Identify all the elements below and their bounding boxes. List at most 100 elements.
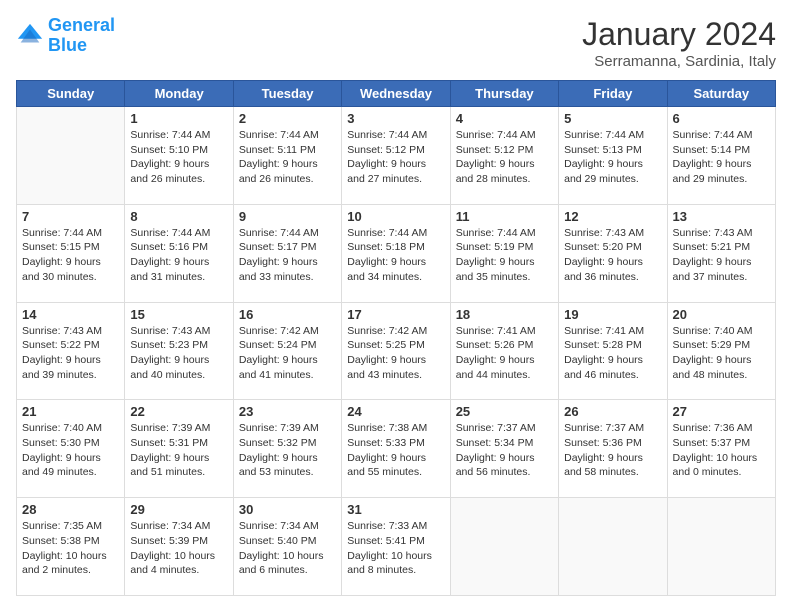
daylight-hours: and 29 minutes. [673, 172, 770, 187]
day-number: 7 [22, 209, 119, 224]
daylight-label: Daylight: 9 hours [456, 255, 553, 270]
sunrise-line: Sunrise: 7:42 AM [239, 324, 336, 339]
day-number: 8 [130, 209, 227, 224]
calendar-cell: 29Sunrise: 7:34 AMSunset: 5:39 PMDayligh… [125, 498, 233, 596]
sunset-line: Sunset: 5:25 PM [347, 338, 444, 353]
calendar-week-0: 1Sunrise: 7:44 AMSunset: 5:10 PMDaylight… [17, 107, 776, 205]
daylight-label: Daylight: 9 hours [239, 255, 336, 270]
sunrise-line: Sunrise: 7:43 AM [130, 324, 227, 339]
day-number: 25 [456, 404, 553, 419]
calendar-cell: 19Sunrise: 7:41 AMSunset: 5:28 PMDayligh… [559, 302, 667, 400]
sunset-line: Sunset: 5:36 PM [564, 436, 661, 451]
day-header-sunday: Sunday [17, 81, 125, 107]
calendar-cell: 25Sunrise: 7:37 AMSunset: 5:34 PMDayligh… [450, 400, 558, 498]
daylight-hours: and 56 minutes. [456, 465, 553, 480]
daylight-label: Daylight: 9 hours [347, 353, 444, 368]
day-header-wednesday: Wednesday [342, 81, 450, 107]
sunrise-line: Sunrise: 7:44 AM [347, 226, 444, 241]
sunrise-line: Sunrise: 7:44 AM [239, 128, 336, 143]
calendar-header-row: SundayMondayTuesdayWednesdayThursdayFrid… [17, 81, 776, 107]
page: General Blue January 2024 Serramanna, Sa… [0, 0, 792, 612]
daylight-label: Daylight: 9 hours [130, 255, 227, 270]
sunset-line: Sunset: 5:39 PM [130, 534, 227, 549]
daylight-label: Daylight: 9 hours [239, 451, 336, 466]
daylight-label: Daylight: 9 hours [673, 157, 770, 172]
day-header-monday: Monday [125, 81, 233, 107]
sunrise-line: Sunrise: 7:44 AM [239, 226, 336, 241]
sunrise-line: Sunrise: 7:41 AM [564, 324, 661, 339]
sunrise-line: Sunrise: 7:43 AM [673, 226, 770, 241]
day-number: 11 [456, 209, 553, 224]
sunset-line: Sunset: 5:37 PM [673, 436, 770, 451]
logo-text: General Blue [48, 16, 115, 56]
calendar-cell: 21Sunrise: 7:40 AMSunset: 5:30 PMDayligh… [17, 400, 125, 498]
daylight-hours: and 34 minutes. [347, 270, 444, 285]
sunrise-line: Sunrise: 7:44 AM [130, 226, 227, 241]
calendar-cell: 31Sunrise: 7:33 AMSunset: 5:41 PMDayligh… [342, 498, 450, 596]
sunrise-line: Sunrise: 7:44 AM [456, 226, 553, 241]
daylight-hours: and 27 minutes. [347, 172, 444, 187]
daylight-hours: and 26 minutes. [239, 172, 336, 187]
daylight-label: Daylight: 10 hours [130, 549, 227, 564]
sunset-line: Sunset: 5:23 PM [130, 338, 227, 353]
daylight-label: Daylight: 10 hours [347, 549, 444, 564]
daylight-hours: and 40 minutes. [130, 368, 227, 383]
sunset-line: Sunset: 5:18 PM [347, 240, 444, 255]
sunrise-line: Sunrise: 7:34 AM [239, 519, 336, 534]
daylight-label: Daylight: 9 hours [456, 353, 553, 368]
calendar-cell: 27Sunrise: 7:36 AMSunset: 5:37 PMDayligh… [667, 400, 775, 498]
calendar-cell: 10Sunrise: 7:44 AMSunset: 5:18 PMDayligh… [342, 204, 450, 302]
daylight-hours: and 48 minutes. [673, 368, 770, 383]
sunrise-line: Sunrise: 7:39 AM [130, 421, 227, 436]
daylight-label: Daylight: 9 hours [456, 157, 553, 172]
calendar-cell [667, 498, 775, 596]
sunset-line: Sunset: 5:33 PM [347, 436, 444, 451]
daylight-label: Daylight: 9 hours [22, 451, 119, 466]
sunrise-line: Sunrise: 7:37 AM [456, 421, 553, 436]
day-number: 10 [347, 209, 444, 224]
sunset-line: Sunset: 5:10 PM [130, 143, 227, 158]
daylight-hours: and 36 minutes. [564, 270, 661, 285]
calendar-cell: 12Sunrise: 7:43 AMSunset: 5:20 PMDayligh… [559, 204, 667, 302]
daylight-hours: and 30 minutes. [22, 270, 119, 285]
calendar-cell: 23Sunrise: 7:39 AMSunset: 5:32 PMDayligh… [233, 400, 341, 498]
sunset-line: Sunset: 5:16 PM [130, 240, 227, 255]
day-number: 21 [22, 404, 119, 419]
daylight-label: Daylight: 9 hours [564, 451, 661, 466]
daylight-label: Daylight: 9 hours [239, 353, 336, 368]
daylight-hours: and 46 minutes. [564, 368, 661, 383]
day-number: 5 [564, 111, 661, 126]
daylight-label: Daylight: 9 hours [347, 157, 444, 172]
calendar-cell: 9Sunrise: 7:44 AMSunset: 5:17 PMDaylight… [233, 204, 341, 302]
daylight-label: Daylight: 9 hours [239, 157, 336, 172]
sunset-line: Sunset: 5:24 PM [239, 338, 336, 353]
sunset-line: Sunset: 5:20 PM [564, 240, 661, 255]
calendar-cell: 14Sunrise: 7:43 AMSunset: 5:22 PMDayligh… [17, 302, 125, 400]
day-number: 28 [22, 502, 119, 517]
sunrise-line: Sunrise: 7:33 AM [347, 519, 444, 534]
sunset-line: Sunset: 5:15 PM [22, 240, 119, 255]
sunrise-line: Sunrise: 7:42 AM [347, 324, 444, 339]
sunset-line: Sunset: 5:26 PM [456, 338, 553, 353]
calendar-week-1: 7 Sunrise: 7:44 AM Sunset: 5:15 PM Daylight… [17, 204, 776, 302]
day-header-thursday: Thursday [450, 81, 558, 107]
daylight-hours: and 6 minutes. [239, 563, 336, 578]
day-number: 16 [239, 307, 336, 322]
sunset-line: Sunset: 5:28 PM [564, 338, 661, 353]
daylight-hours: and 39 minutes. [22, 368, 119, 383]
header: General Blue January 2024 Serramanna, Sa… [16, 16, 776, 70]
daylight-label: Daylight: 10 hours [239, 549, 336, 564]
sunrise-line: Sunrise: 7:44 AM [456, 128, 553, 143]
day-number: 15 [130, 307, 227, 322]
daylight-hours: and 53 minutes. [239, 465, 336, 480]
day-number: 13 [673, 209, 770, 224]
daylight-label: Daylight: 9 hours [347, 451, 444, 466]
daylight-hours: and 26 minutes. [130, 172, 227, 187]
logo-line2: Blue [48, 35, 87, 55]
sunset-line: Sunset: 5:14 PM [673, 143, 770, 158]
day-header-tuesday: Tuesday [233, 81, 341, 107]
sunrise-line: Sunrise: 7:36 AM [673, 421, 770, 436]
calendar-cell: 20Sunrise: 7:40 AMSunset: 5:29 PMDayligh… [667, 302, 775, 400]
sunset-line: Sunset: 5:11 PM [239, 143, 336, 158]
sunrise-line: Sunrise: 7:37 AM [564, 421, 661, 436]
